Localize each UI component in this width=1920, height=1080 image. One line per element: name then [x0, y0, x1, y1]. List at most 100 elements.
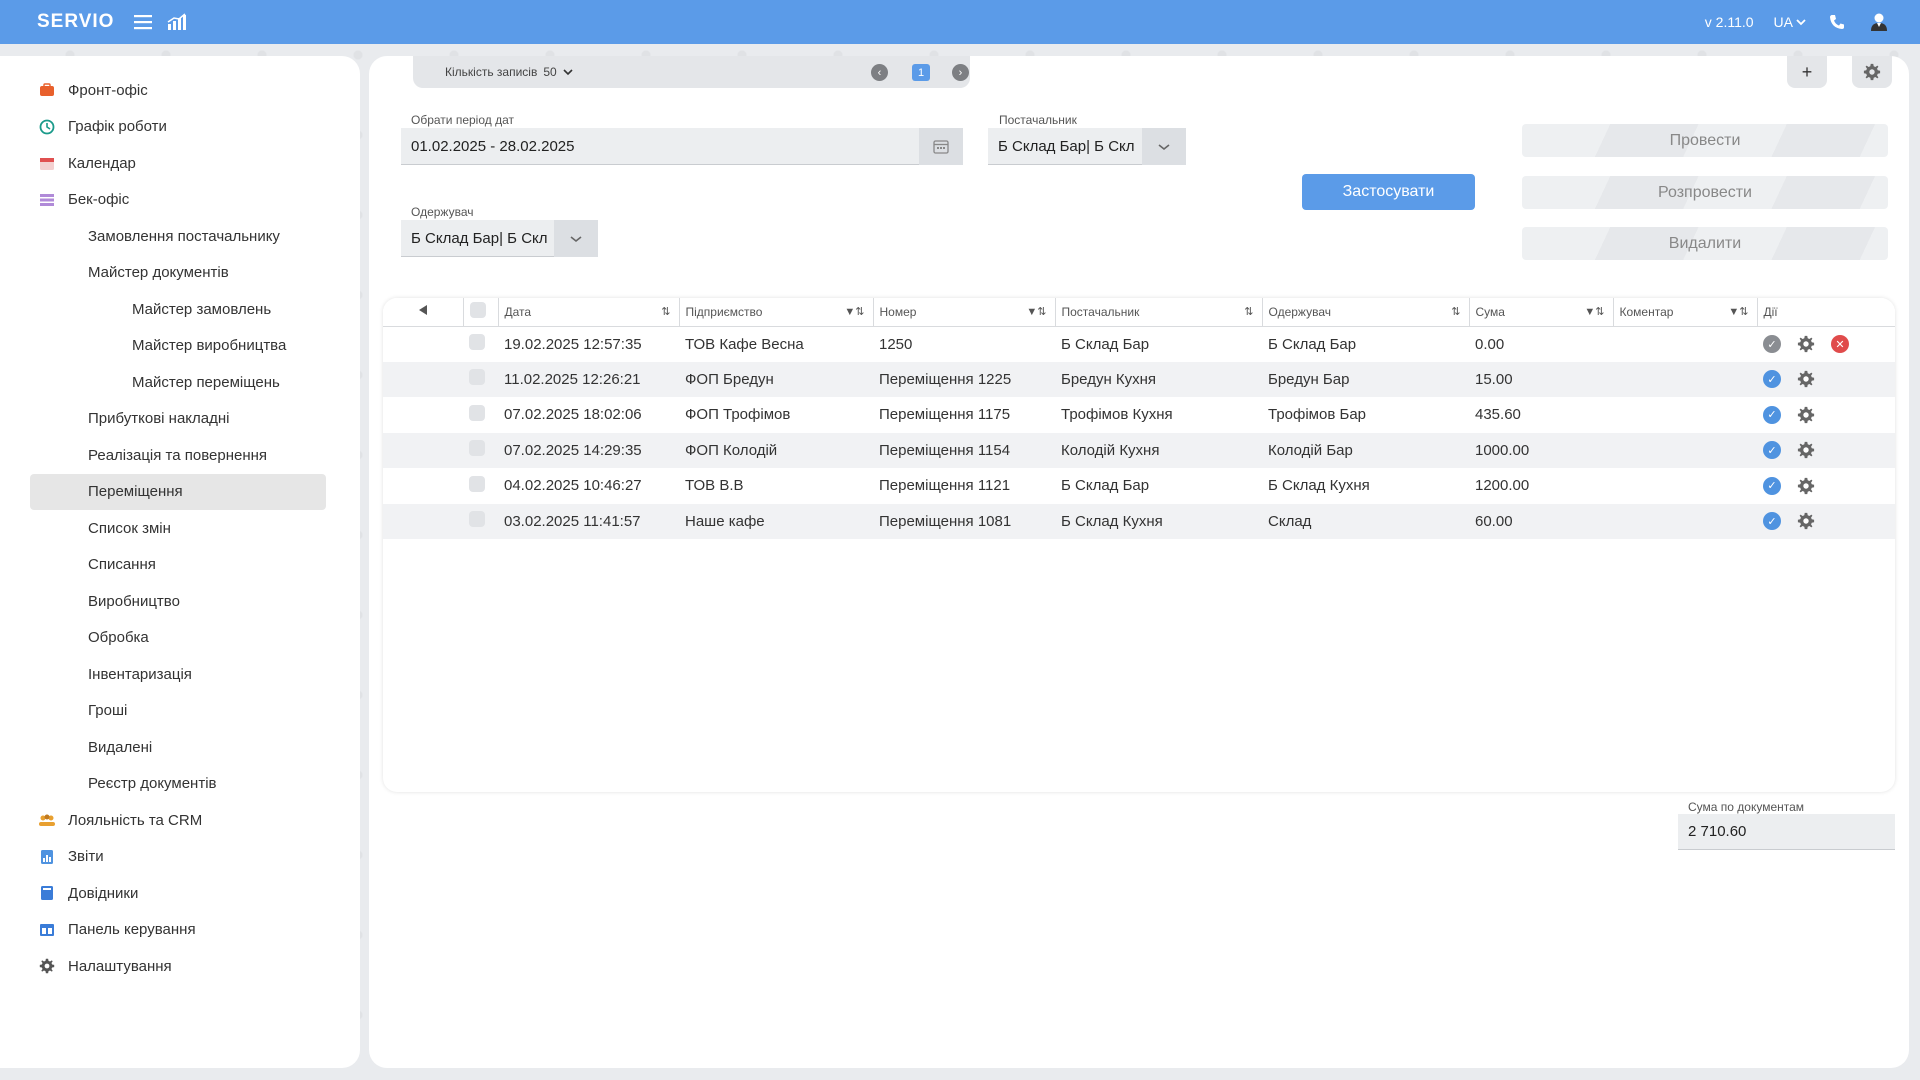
sidebar-item[interactable]: Переміщення — [30, 473, 326, 510]
cell-supplier: Колодій Кухня — [1055, 432, 1262, 468]
sidebar-item[interactable]: Гроші — [0, 693, 360, 730]
cell-comment — [1613, 326, 1757, 362]
sidebar-item[interactable]: Звіти — [0, 839, 360, 876]
column-header-supplier[interactable]: Постачальник ⇅ — [1055, 298, 1263, 327]
column-actions-label: Дії — [1763, 304, 1778, 319]
language-selector[interactable]: UA — [1774, 14, 1806, 30]
sort-icon[interactable]: ⇅ — [1451, 305, 1460, 318]
menu-icon[interactable] — [132, 11, 154, 33]
sidebar-item[interactable]: Виробництво — [0, 583, 360, 620]
gear-icon[interactable] — [1797, 335, 1815, 353]
analytics-icon[interactable] — [166, 11, 188, 33]
cell-actions: ✓ — [1757, 468, 1895, 504]
sidebar-item[interactable]: Майстер документів — [0, 255, 360, 292]
gear-icon[interactable] — [1797, 512, 1815, 530]
table-row[interactable]: 07.02.2025 14:29:35 ФОП Колодій Переміщенн… — [383, 432, 1895, 468]
phone-icon[interactable] — [1826, 11, 1848, 33]
row-checkbox[interactable] — [463, 468, 498, 504]
sidebar-item[interactable]: Майстер виробництва — [0, 328, 360, 365]
sort-icon[interactable]: ⇅ — [661, 305, 670, 318]
current-page-number[interactable]: 1 — [912, 64, 930, 81]
column-header-date[interactable]: Дата ⇅ — [498, 298, 680, 327]
column-header-comment[interactable]: Коментар ▼⇅ — [1613, 298, 1758, 327]
sidebar-item[interactable]: Графік роботи — [0, 109, 360, 146]
period-field[interactable]: 01.02.2025 - 28.02.2025 — [401, 128, 963, 165]
sidebar-item[interactable]: Прибуткові накладні — [0, 401, 360, 438]
table-row[interactable]: 03.02.2025 11:41:57 Наше кафе Переміщення … — [383, 503, 1895, 539]
column-header-sum[interactable]: Сума ▼⇅ — [1469, 298, 1614, 327]
sidebar-item[interactable]: Видалені — [0, 729, 360, 766]
sidebar-item-label: Список змін — [88, 519, 171, 537]
delete-button[interactable]: Видалити — [1522, 227, 1888, 260]
column-header-enterprise[interactable]: Підприємство ▼⇅ — [679, 298, 874, 327]
receiver-select[interactable]: Б Склад Бар| Б Скл — [401, 220, 598, 257]
sidebar-item[interactable]: Майстер замовлень — [0, 291, 360, 328]
posted-check-icon[interactable]: ✓ — [1763, 405, 1781, 424]
sort-icon[interactable]: ⇅ — [1244, 305, 1253, 318]
sidebar-item[interactable]: Майстер переміщень — [0, 364, 360, 401]
collapse-column-button[interactable] — [383, 298, 464, 327]
sidebar-item[interactable]: Календар — [0, 145, 360, 182]
sidebar-item[interactable]: Довідники — [0, 875, 360, 912]
dashboard-icon — [38, 921, 56, 939]
gear-icon[interactable] — [1797, 406, 1815, 424]
sidebar-item[interactable]: Інвентаризація — [0, 656, 360, 693]
add-button[interactable]: + — [1787, 56, 1827, 88]
filter-sort-icon[interactable]: ▼⇅ — [1728, 305, 1748, 318]
chevron-down-icon[interactable] — [1142, 128, 1186, 165]
gear-icon[interactable] — [1797, 477, 1815, 495]
posted-check-icon[interactable]: ✓ — [1763, 441, 1781, 460]
app-logo[interactable]: SERVIO — [37, 11, 114, 33]
records-count-select[interactable]: 50 — [543, 65, 573, 79]
gear-icon — [38, 957, 56, 975]
sidebar-item-label: Майстер переміщень — [132, 373, 280, 391]
apply-button[interactable]: Застосувати — [1302, 174, 1475, 210]
posted-check-icon[interactable]: ✓ — [1763, 476, 1781, 495]
calendar-icon[interactable] — [919, 128, 963, 165]
filter-sort-icon[interactable]: ▼⇅ — [1026, 305, 1046, 318]
prev-page-button[interactable]: ‹ — [871, 64, 888, 81]
table-row[interactable]: 19.02.2025 12:57:35 ТОВ Кафе Весна 1250 Б С… — [383, 326, 1895, 362]
sidebar-item[interactable]: Список змін — [0, 510, 360, 547]
cell-enterprise: ФОП Колодій — [679, 432, 873, 468]
sidebar-item[interactable]: Реалізація та повернення — [0, 437, 360, 474]
filter-sort-icon[interactable]: ▼⇅ — [1584, 305, 1604, 318]
supplier-select[interactable]: Б Склад Бар| Б Скл — [988, 128, 1186, 165]
sidebar-item[interactable]: Обробка — [0, 620, 360, 657]
filter-sort-icon[interactable]: ▼⇅ — [844, 305, 864, 318]
posted-check-icon[interactable]: ✓ — [1763, 370, 1781, 389]
row-checkbox[interactable] — [463, 326, 498, 362]
column-header-receiver[interactable]: Одержувач ⇅ — [1262, 298, 1470, 327]
gear-icon[interactable] — [1797, 370, 1815, 388]
total-label: Сума по документам — [1688, 800, 1805, 814]
row-checkbox[interactable] — [463, 432, 498, 468]
next-page-button[interactable]: › — [952, 64, 969, 81]
gear-icon[interactable] — [1797, 441, 1815, 459]
table-row[interactable]: 11.02.2025 12:26:21 ФОП Бредун Переміщення… — [383, 361, 1895, 397]
table-row[interactable]: 04.02.2025 10:46:27 ТОВ В.В Переміщення 11… — [383, 468, 1895, 504]
column-header-number[interactable]: Номер ▼⇅ — [873, 298, 1056, 327]
sidebar-item[interactable]: Панель керування — [0, 912, 360, 949]
chevron-down-icon[interactable] — [554, 220, 598, 257]
sidebar-item[interactable]: Замовлення постачальнику — [0, 218, 360, 255]
sidebar-item[interactable]: Бек-офіс — [0, 182, 360, 219]
sidebar-item-label: Панель керування — [68, 921, 196, 939]
select-all-checkbox[interactable] — [463, 298, 499, 327]
posted-check-icon[interactable]: ✓ — [1763, 512, 1781, 531]
pending-status-icon[interactable]: ✓ — [1763, 335, 1781, 354]
user-avatar-icon[interactable] — [1868, 11, 1890, 33]
sidebar-item[interactable]: Налаштування — [0, 948, 360, 985]
row-checkbox[interactable] — [463, 361, 498, 397]
sidebar-item-label: Майстер замовлень — [132, 300, 272, 318]
row-checkbox[interactable] — [463, 397, 498, 433]
row-checkbox[interactable] — [463, 503, 498, 539]
sidebar-item[interactable]: Лояльність та CRM — [0, 802, 360, 839]
table-row[interactable]: 07.02.2025 18:02:06 ФОП Трофімов Переміщен… — [383, 397, 1895, 433]
settings-button[interactable] — [1852, 56, 1892, 88]
sidebar-item[interactable]: Фронт-офіс — [0, 72, 360, 109]
post-button[interactable]: Провести — [1522, 124, 1888, 157]
sidebar-item[interactable]: Списання — [0, 547, 360, 584]
delete-row-icon[interactable]: ✕ — [1831, 335, 1849, 354]
sidebar-item[interactable]: Реєстр документів — [0, 766, 360, 803]
unpost-button[interactable]: Розпровести — [1522, 176, 1888, 209]
